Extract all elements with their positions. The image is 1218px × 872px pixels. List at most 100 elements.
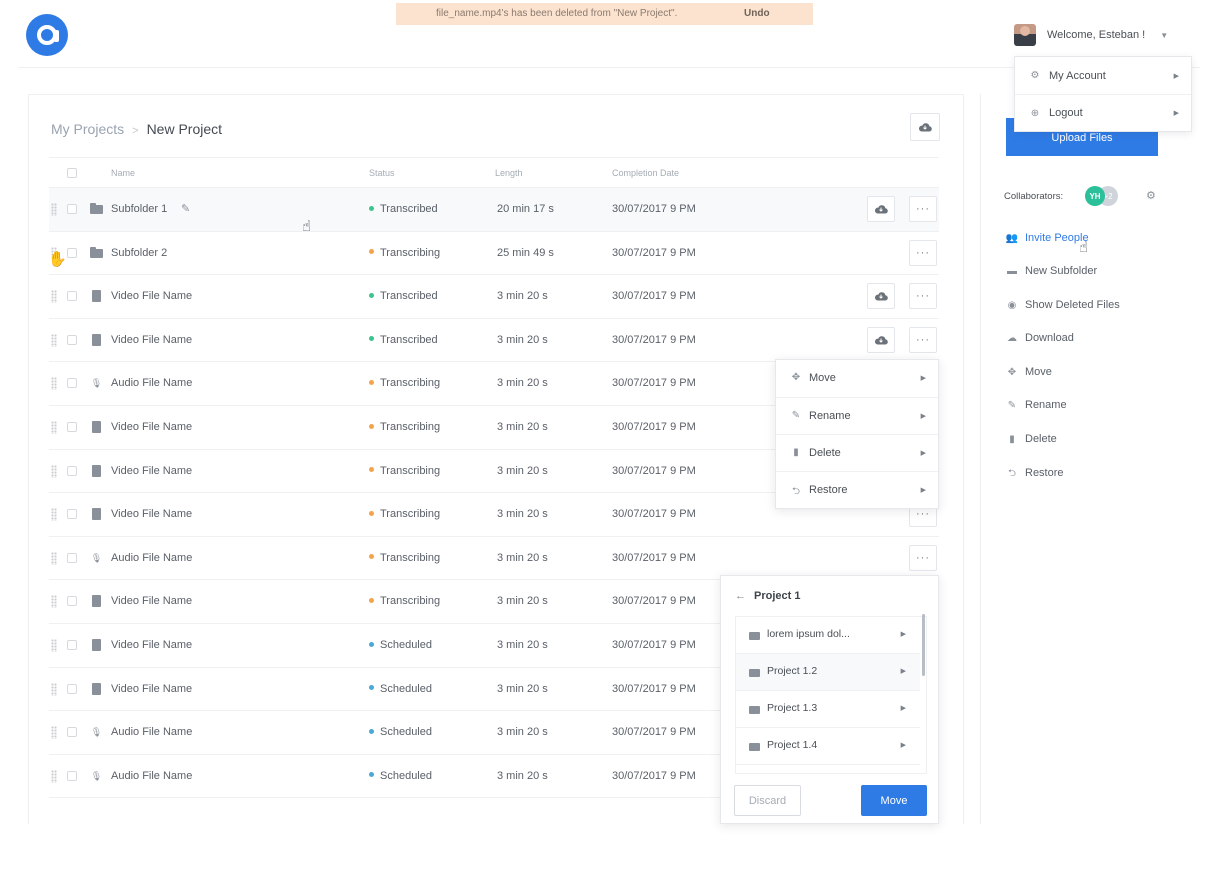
destination-item[interactable]: Project 1.3 ▶	[736, 691, 920, 728]
more-options-button[interactable]: ···	[909, 239, 937, 266]
file-name[interactable]: Video File Name	[111, 421, 192, 433]
user-menu-toggle[interactable]: Welcome, Esteban ! ▼	[1014, 22, 1168, 48]
file-name[interactable]: Video File Name	[111, 465, 192, 477]
file-length: 3 min 20 s	[497, 290, 548, 303]
row-checkbox[interactable]	[67, 247, 77, 258]
drag-handle-icon[interactable]	[51, 769, 57, 783]
file-name[interactable]: Audio File Name	[111, 770, 192, 782]
move-action[interactable]: ✥ Move	[1005, 366, 1052, 386]
logout-item[interactable]: ⊕ Logout ▶	[1015, 94, 1191, 131]
file-name[interactable]: Video File Name	[111, 508, 192, 520]
more-options-button[interactable]: ···	[909, 544, 937, 571]
ctx-restore-item[interactable]: ⮌ Restore ▶	[776, 471, 938, 508]
drag-handle-icon[interactable]	[51, 377, 57, 391]
restore-action[interactable]: ⮌ Restore	[1005, 466, 1064, 486]
undo-button[interactable]: Undo	[744, 8, 770, 19]
rename-action[interactable]: ✎ Rename	[1005, 399, 1067, 419]
more-options-button[interactable]: ···	[909, 326, 937, 353]
row-checkbox[interactable]	[67, 509, 77, 520]
destination-item[interactable]: lorem ipsum dol... ▶	[736, 617, 920, 654]
destination-item[interactable]: Project 1.2 ▶	[736, 654, 920, 691]
status-badge: Transcribed	[369, 334, 438, 346]
drag-handle-icon[interactable]	[51, 726, 57, 740]
move-icon: ✥	[791, 372, 801, 383]
row-checkbox[interactable]	[67, 378, 77, 389]
drag-handle-icon[interactable]	[51, 638, 57, 652]
new-subfolder-label: New Subfolder	[1025, 265, 1098, 277]
file-name[interactable]: Video File Name	[111, 683, 192, 695]
table-row[interactable]: Subfolder 1 ✎ Transcribed 20 min 17 s 30/07/…	[49, 188, 939, 232]
delete-action[interactable]: ▮ Delete	[1005, 433, 1057, 453]
row-checkbox[interactable]	[67, 204, 77, 214]
row-checkbox[interactable]	[67, 639, 77, 650]
row-checkbox[interactable]	[67, 683, 77, 694]
status-badge: Scheduled	[369, 726, 432, 738]
download-button[interactable]	[867, 196, 895, 222]
file-name[interactable]: Subfolder 2	[111, 247, 167, 259]
destination-item[interactable]: Project 1.4 ▶	[736, 728, 920, 765]
header-name[interactable]: Name	[111, 168, 135, 178]
destination-label: lorem ipsum dol...	[767, 628, 850, 640]
move-list-scrollbar[interactable]	[922, 614, 925, 676]
drag-handle-icon[interactable]	[51, 333, 57, 347]
file-length: 3 min 20 s	[497, 726, 548, 739]
table-row[interactable]: 🎙 Audio File Name Transcribing 3 min 20 s 30…	[49, 537, 939, 581]
row-checkbox[interactable]	[67, 334, 77, 345]
table-row[interactable]: Video File Name Transcribed 3 min 20 s 30/0…	[49, 275, 939, 319]
more-options-button[interactable]: ···	[909, 196, 937, 222]
file-name[interactable]: Audio File Name	[111, 377, 192, 389]
move-panel-header[interactable]: ← Project 1	[735, 590, 800, 602]
drag-handle-icon[interactable]	[51, 508, 57, 522]
breadcrumb-root[interactable]: My Projects	[51, 121, 124, 137]
download-button[interactable]	[867, 283, 895, 310]
download-all-button[interactable]	[910, 113, 940, 141]
file-name[interactable]: Video File Name	[111, 334, 192, 346]
move-destination-list[interactable]: lorem ipsum dol... ▶ Project 1.2 ▶ Proje…	[735, 616, 927, 774]
table-row[interactable]: Subfolder 2 Transcribing 25 min 49 s 30/07/…	[49, 232, 939, 276]
download-action[interactable]: ☁ Download	[1005, 332, 1074, 352]
select-all-checkbox[interactable]	[67, 168, 77, 178]
edit-icon[interactable]: ✎	[181, 202, 190, 215]
table-row[interactable]: Video File Name Transcribed 3 min 20 s 30/0…	[49, 319, 939, 363]
my-account-item[interactable]: ⚙ My Account ▶	[1015, 57, 1191, 94]
row-checkbox[interactable]	[67, 727, 77, 738]
row-checkbox[interactable]	[67, 291, 77, 302]
new-subfolder-action[interactable]: ▬ New Subfolder	[1005, 265, 1097, 285]
discard-button[interactable]: Discard	[734, 785, 801, 816]
file-name[interactable]: Subfolder 1	[111, 203, 167, 215]
show-deleted-files-action[interactable]: ◉ Show Deleted Files	[1005, 299, 1120, 319]
drag-handle-icon[interactable]	[51, 420, 57, 434]
file-name[interactable]: Video File Name	[111, 595, 192, 607]
ctx-delete-item[interactable]: ▮ Delete ▶	[776, 434, 938, 471]
drag-handle-icon[interactable]	[51, 682, 57, 696]
gear-icon[interactable]: ⚙	[1146, 189, 1156, 202]
row-checkbox[interactable]	[67, 552, 77, 563]
row-checkbox[interactable]	[67, 770, 77, 781]
back-arrow-icon[interactable]: ←	[735, 590, 746, 602]
drag-handle-icon[interactable]	[51, 203, 57, 216]
row-checkbox[interactable]	[67, 465, 77, 476]
video-file-icon	[92, 508, 101, 521]
download-button[interactable]	[867, 326, 895, 353]
drag-handle-icon[interactable]	[51, 595, 57, 609]
file-name[interactable]: Video File Name	[111, 290, 192, 302]
more-options-button[interactable]: ···	[909, 283, 937, 310]
header-status[interactable]: Status	[369, 168, 395, 178]
row-checkbox[interactable]	[67, 421, 77, 432]
show-deleted-label: Show Deleted Files	[1025, 299, 1120, 311]
invite-people-action[interactable]: 👥 Invite People	[1005, 232, 1089, 252]
file-name[interactable]: Video File Name	[111, 639, 192, 651]
drag-handle-icon[interactable]	[51, 464, 57, 478]
drag-handle-icon[interactable]	[51, 290, 57, 304]
file-name[interactable]: Audio File Name	[111, 552, 192, 564]
ctx-rename-item[interactable]: ✎ Rename ▶	[776, 397, 938, 434]
ctx-move-item[interactable]: ✥ Move ▶	[776, 360, 938, 397]
row-checkbox[interactable]	[67, 596, 77, 607]
move-button[interactable]: Move	[861, 785, 927, 816]
header-length[interactable]: Length	[495, 168, 523, 178]
app-logo[interactable]	[26, 14, 68, 56]
header-completion-date[interactable]: Completion Date	[612, 168, 679, 178]
file-name[interactable]: Audio File Name	[111, 726, 192, 738]
drag-handle-icon[interactable]	[51, 551, 57, 565]
collaborator-avatar[interactable]: YH	[1085, 186, 1105, 206]
